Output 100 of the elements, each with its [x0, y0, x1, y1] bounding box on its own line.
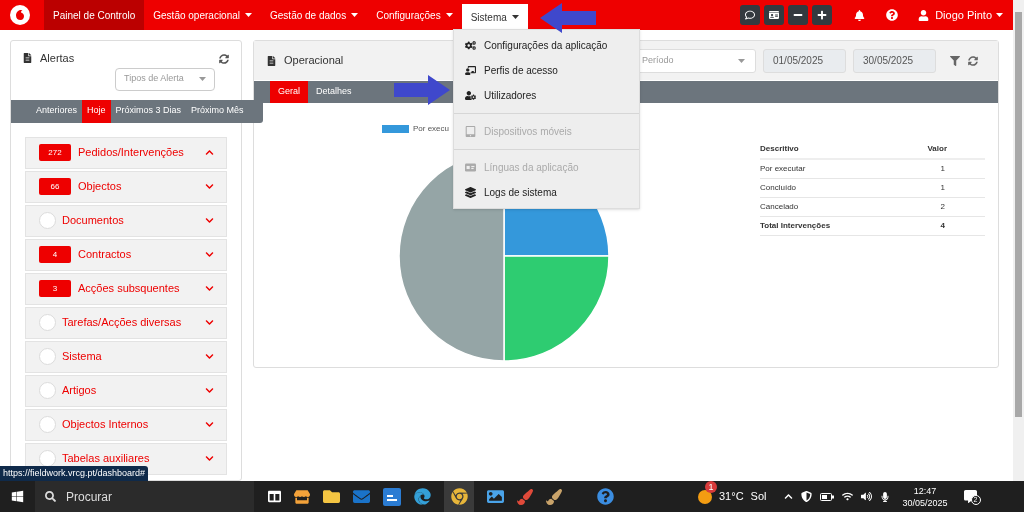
- empty-badge: [39, 348, 56, 365]
- microphone-icon[interactable]: [880, 491, 891, 502]
- task-view-icon[interactable]: [268, 490, 281, 503]
- table-cell: Cancelado: [760, 197, 884, 217]
- alert-type-select[interactable]: Tipos de Alerta: [115, 67, 215, 91]
- comment-icon: [745, 10, 756, 20]
- table-cell: Total Intervenções: [760, 216, 884, 236]
- accordion-header[interactable]: Tarefas/Acções diversas: [25, 306, 227, 339]
- paint-icon[interactable]: [546, 488, 562, 505]
- table-cell: Concluído: [760, 178, 884, 198]
- count-badge: 4: [39, 246, 71, 263]
- clear-filter-icon[interactable]: [950, 55, 960, 66]
- accordion-header[interactable]: 66 Objectos: [25, 170, 227, 203]
- speaker-icon[interactable]: [861, 491, 873, 502]
- table-cell: 2: [883, 197, 985, 217]
- search-icon: [45, 491, 56, 502]
- tab[interactable]: Geral: [270, 81, 308, 103]
- battery-icon[interactable]: [820, 492, 835, 501]
- caret-icon: [199, 77, 206, 81]
- url-tooltip: https://fieldwork.vrcg.pt/dashboard#: [0, 466, 149, 481]
- accordion-header[interactable]: 3 Acções subsquentes: [25, 272, 227, 305]
- menu-item[interactable]: Logs de sistema: [454, 180, 639, 205]
- temperature: 31°C: [719, 489, 744, 505]
- date-field[interactable]: 01/05/2025: [763, 48, 846, 73]
- menu-item[interactable]: Utilizadores: [454, 83, 639, 108]
- weather-text: Sol: [750, 489, 767, 505]
- active-app[interactable]: [444, 481, 474, 512]
- caret-icon: [738, 58, 745, 63]
- photos-icon[interactable]: [487, 488, 504, 505]
- store-icon[interactable]: [294, 488, 310, 505]
- refresh-icon[interactable]: [968, 55, 978, 66]
- weather-icon: [697, 488, 713, 505]
- column-header: Valor: [883, 140, 985, 159]
- gears-icon: [465, 40, 476, 51]
- user-icon: [918, 9, 930, 21]
- count-badge: 3: [39, 280, 71, 297]
- accordion-header[interactable]: 272 Pedidos/Intervenções: [25, 136, 227, 169]
- toolbar-button[interactable]: [740, 5, 761, 25]
- column-header: Descritivo: [760, 140, 884, 159]
- language-icon: [465, 162, 476, 173]
- pointer-arrow: [539, 3, 596, 33]
- toolbar-button[interactable]: [764, 5, 785, 25]
- empty-badge: [39, 416, 56, 433]
- tab[interactable]: Anteriores: [31, 99, 83, 123]
- count-badge: 66: [39, 178, 71, 195]
- nav-item[interactable]: Gestão de dados: [261, 0, 368, 30]
- windows-icon[interactable]: [11, 490, 24, 503]
- tab[interactable]: Próximos 3 Dias: [110, 99, 187, 123]
- id-card-icon: [769, 10, 780, 20]
- table-cell: 4: [883, 216, 985, 236]
- tablet-icon: [465, 126, 476, 137]
- help-icon[interactable]: [886, 9, 899, 21]
- chevron-up-icon[interactable]: [784, 492, 794, 501]
- accordion-header[interactable]: Documentos: [25, 204, 227, 237]
- document-icon: [267, 55, 276, 66]
- refresh-icon[interactable]: [219, 54, 229, 64]
- clock[interactable]: 12:47 30/05/2025: [902, 484, 948, 509]
- tab[interactable]: Hoje: [82, 99, 111, 123]
- panel-title: Operacional: [284, 53, 344, 69]
- pointer-arrow: [394, 75, 450, 105]
- empty-badge: [39, 314, 56, 331]
- browser-icon[interactable]: [414, 488, 431, 505]
- toolbar-button[interactable]: [788, 5, 809, 25]
- date-field[interactable]: 30/05/2025: [853, 48, 936, 73]
- legend-label: Por execu: [413, 123, 450, 135]
- nav-item[interactable]: Gestão operacional: [144, 0, 261, 30]
- accordion-header[interactable]: Objectos Internos: [25, 408, 227, 441]
- table-cell: 1: [883, 178, 985, 198]
- nav-item[interactable]: Sistema: [461, 4, 528, 30]
- nav-item[interactable]: Painel de Controlo: [44, 0, 145, 30]
- wifi-icon[interactable]: [842, 491, 854, 502]
- caret-icon: [996, 13, 1003, 17]
- folder-icon[interactable]: [323, 488, 340, 505]
- nav-item[interactable]: Configurações: [367, 0, 462, 30]
- mail-icon[interactable]: [353, 488, 370, 505]
- user-gear-icon: [465, 90, 476, 101]
- tab[interactable]: Detalhes: [308, 81, 360, 103]
- weather-badge: 1: [705, 481, 717, 494]
- table-cell: 1: [883, 159, 985, 179]
- accordion-header[interactable]: Artigos: [25, 374, 227, 407]
- caret-icon: [511, 15, 519, 19]
- count-badge: 272: [39, 144, 71, 161]
- accordion-header[interactable]: 4 Contractos: [25, 238, 227, 271]
- caret-icon: [245, 13, 252, 17]
- table-cell: Por executar: [760, 159, 884, 179]
- user-menu[interactable]: Diogo Pinto: [935, 6, 1003, 24]
- toolbar-button[interactable]: [812, 5, 833, 25]
- bell-icon[interactable]: [854, 9, 866, 21]
- presentation-icon: [465, 65, 476, 76]
- empty-badge: [39, 212, 56, 229]
- plus-icon: [817, 10, 828, 20]
- empty-badge: [39, 382, 56, 399]
- tab[interactable]: Próximo Mês: [186, 99, 249, 123]
- shield-icon[interactable]: [801, 491, 813, 502]
- layers-icon: [465, 187, 476, 198]
- search-field[interactable]: Procurar: [35, 481, 254, 512]
- accordion-header[interactable]: Sistema: [25, 340, 227, 373]
- help-icon[interactable]: [597, 488, 614, 505]
- app-tile-icon[interactable]: [383, 487, 401, 506]
- caret-icon: [445, 13, 453, 17]
